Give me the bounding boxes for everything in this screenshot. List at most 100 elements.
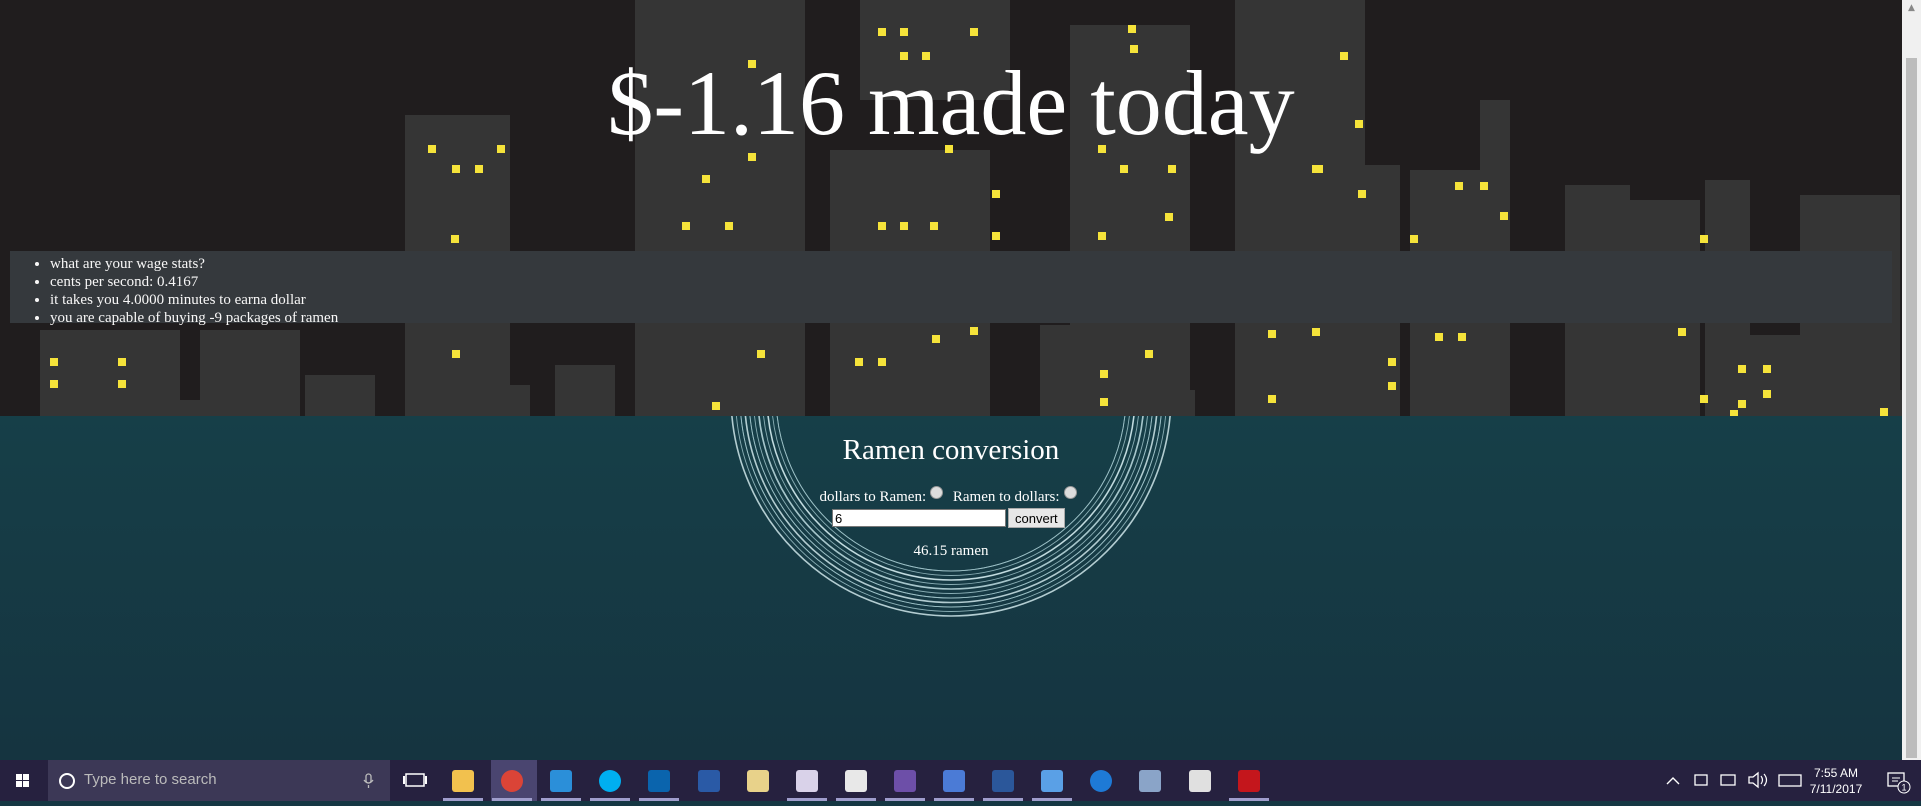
lit-window: [1388, 382, 1396, 390]
lit-window: [1358, 190, 1366, 198]
lit-window: [878, 358, 886, 366]
lit-window: [992, 190, 1000, 198]
lit-window: [900, 28, 908, 36]
tools-icon[interactable]: [1139, 770, 1162, 792]
remote-desktop-icon[interactable]: [943, 770, 965, 792]
lit-window: [757, 350, 765, 358]
wage-stats-panel: what are your wage stats? cents per seco…: [10, 251, 1892, 326]
ramen-packages: you are capable of buying -9 packages of…: [50, 309, 1892, 327]
search-placeholder: Type here to search: [84, 771, 217, 788]
clock-time: 7:55 AM: [1813, 766, 1859, 780]
powershell-icon[interactable]: [697, 770, 720, 792]
lit-window: [682, 222, 690, 230]
visual-studio-icon[interactable]: [893, 770, 916, 792]
lit-window: [1145, 350, 1153, 358]
page: $-1.16 made today what are your wage sta…: [0, 0, 1902, 760]
lit-window: [1763, 390, 1771, 398]
building: [460, 385, 530, 416]
building: [555, 365, 615, 416]
edge-icon[interactable]: [1090, 770, 1113, 792]
internet-explorer-icon[interactable]: [550, 770, 573, 792]
system-tray: 7:55 AM 7/11/2017 1: [1661, 760, 1921, 801]
lit-window: [1500, 212, 1508, 220]
building: [305, 375, 375, 416]
visual-studio-code-icon[interactable]: [844, 770, 867, 792]
lit-window: [932, 335, 940, 343]
windows-logo-icon: [16, 774, 29, 787]
lit-window: [50, 358, 58, 366]
lit-window: [1738, 365, 1746, 373]
lit-window: [1100, 370, 1108, 378]
ramen-to-dollars-radio[interactable]: [1063, 486, 1077, 499]
building: [1725, 335, 1805, 416]
clock-date: 7/11/2017: [1809, 782, 1863, 796]
building: [1820, 390, 1902, 416]
lit-window: [452, 350, 460, 358]
file-explorer-icon[interactable]: [452, 770, 474, 792]
start-button[interactable]: [0, 760, 46, 801]
lit-window: [1678, 328, 1686, 336]
lit-window: [452, 165, 460, 173]
page-scrollbar[interactable]: ▲: [1902, 0, 1921, 760]
lit-window: [855, 358, 863, 366]
ramen-bowl-rings-decoration: [731, 416, 1171, 617]
taskbar-search-box[interactable]: Type here to search: [48, 760, 390, 801]
dollars-to-ramen-label: dollars to Ramen:: [819, 489, 927, 505]
lit-window: [1435, 333, 1443, 341]
lit-window: [118, 358, 126, 366]
lit-window: [970, 327, 978, 335]
earnings-headline: $-1.16 made today: [607, 52, 1295, 154]
minutes-per-dollar: it takes you 4.0000 minutes to earna dol…: [50, 291, 1892, 309]
dollars-to-ramen-radio[interactable]: [930, 486, 944, 499]
building: [690, 325, 770, 416]
cortana-circle-icon: [59, 773, 75, 789]
scrollbar-thumb[interactable]: [1906, 58, 1917, 758]
amount-input[interactable]: [832, 509, 1006, 527]
lit-window: [1700, 235, 1708, 243]
lit-window: [1738, 400, 1746, 408]
acrobat-icon[interactable]: [1237, 770, 1260, 792]
word-icon[interactable]: [992, 770, 1015, 792]
lit-window: [1763, 365, 1771, 373]
lit-window: [50, 380, 58, 388]
conversion-mode-row: dollars to Ramen: Ramen to dollars:: [0, 486, 1902, 506]
calculator-icon[interactable]: [1188, 770, 1211, 792]
conversion-title: Ramen conversion: [842, 434, 1060, 466]
task-view-icon[interactable]: [402, 767, 428, 793]
lit-window: [1700, 395, 1708, 403]
lit-window: [712, 402, 720, 410]
lit-window: [930, 222, 938, 230]
wage-stats-heading: what are your wage stats?: [50, 255, 1892, 273]
chrome-icon[interactable]: [501, 770, 524, 792]
skype-icon[interactable]: [599, 770, 622, 792]
lit-window: [900, 222, 908, 230]
lit-window: [1388, 358, 1396, 366]
action-center-icon[interactable]: 1: [1883, 760, 1913, 801]
lit-window: [1098, 232, 1106, 240]
photos-icon[interactable]: [1041, 770, 1064, 792]
lit-window: [451, 235, 459, 243]
city-skyline-banner: $-1.16 made today what are your wage sta…: [0, 0, 1902, 416]
conversion-result: 46.15 ramen: [913, 543, 989, 559]
lit-window: [1165, 213, 1173, 221]
lit-window: [970, 28, 978, 36]
lit-window: [118, 380, 126, 388]
lit-window: [1458, 333, 1466, 341]
lit-window: [1120, 165, 1128, 173]
scroll-up-arrow-icon[interactable]: ▲: [1902, 0, 1921, 17]
ramen-to-dollars-label: Ramen to dollars:: [952, 489, 1060, 505]
lit-window: [1128, 25, 1136, 33]
paint-icon[interactable]: [795, 770, 818, 792]
lit-window: [725, 222, 733, 230]
ramen-conversion-section: Ramen conversion dollars to Ramen: Ramen…: [0, 416, 1902, 760]
eraser-icon[interactable]: [746, 770, 769, 792]
lit-window: [1100, 398, 1108, 406]
lit-window: [1312, 165, 1320, 173]
convert-button[interactable]: convert: [1008, 508, 1065, 528]
outlook-icon[interactable]: [648, 770, 671, 792]
microphone-icon[interactable]: [362, 760, 376, 801]
lit-window: [878, 222, 886, 230]
lit-window: [1880, 408, 1888, 416]
lit-window: [1480, 182, 1488, 190]
system-clock[interactable]: 7:55 AM 7/11/2017: [1801, 765, 1871, 797]
